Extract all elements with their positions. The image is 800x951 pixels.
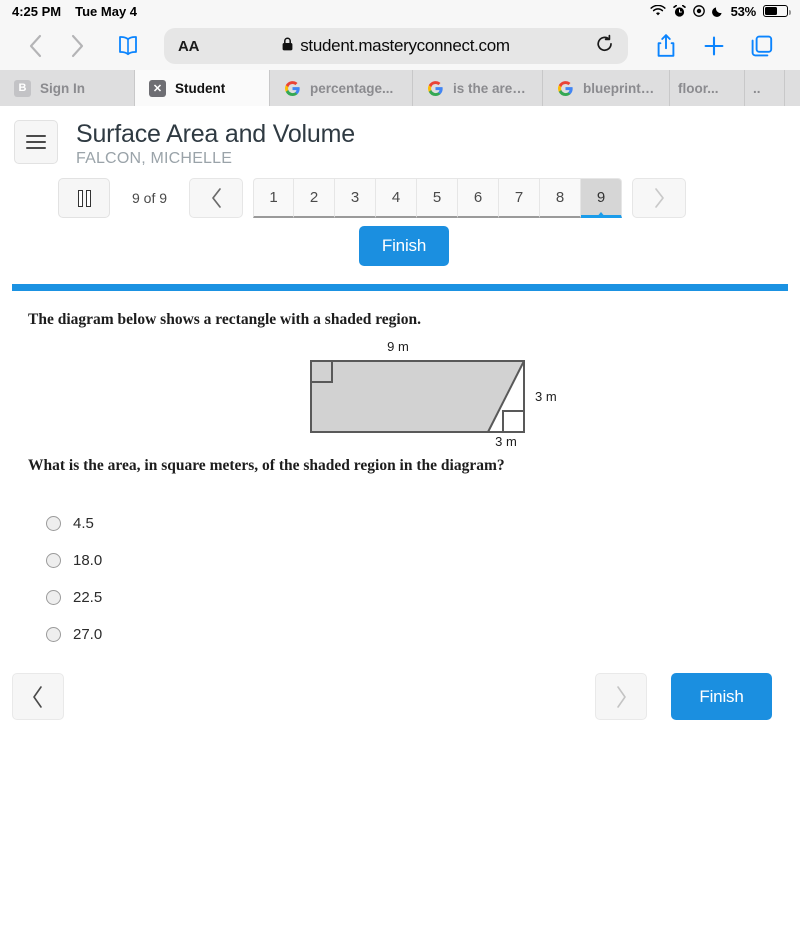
question-number-6[interactable]: 6 [458,178,500,218]
answer-choice-label: 27.0 [73,626,103,643]
right-angle-mark-bottom-right [502,410,524,432]
browser-tab-student[interactable]: ✕ Student [135,70,270,106]
safari-toolbar: AA student.masteryconnect.com [0,22,800,70]
figure-top-label: 9 m [387,339,409,354]
question-prompt: What is the area, in square meters, of t… [28,457,505,474]
tab-label: is the area,... [453,80,528,96]
lock-icon [282,37,293,56]
page-title: Surface Area and Volume [76,120,355,148]
question-number-9[interactable]: 9 [581,178,623,218]
moon-icon [711,5,724,17]
student-name: FALCON, MICHELLE [76,150,233,167]
browser-tab-strip: B Sign In ✕ Student percentage... is the… [0,70,800,106]
wifi-icon [650,5,666,17]
answer-choice-1[interactable]: 4.5 [28,505,800,542]
google-g-icon [284,80,301,97]
question-number-2[interactable]: 2 [294,178,336,218]
chevron-left-icon [33,685,42,708]
bottom-navigation: Finish [0,653,800,720]
question-stem: The diagram below shows a rectangle with… [28,311,421,328]
chevron-right-icon [654,188,664,208]
question-number-8[interactable]: 8 [540,178,582,218]
tab-label: Sign In [40,80,85,96]
tab-label: .. [753,80,761,96]
answer-choice-3[interactable]: 22.5 [28,579,800,616]
question-number-3[interactable]: 3 [335,178,377,218]
url-text: student.masteryconnect.com [300,36,510,55]
tab-label: percentage... [310,80,394,96]
text-size-button[interactable]: AA [178,38,199,55]
google-g-icon [427,80,444,97]
radio-button[interactable] [46,553,61,568]
progress-bar [12,284,788,291]
battery-icon [763,5,791,17]
chevron-right-icon [617,685,626,708]
ios-status-bar: 4:25 PM Tue May 4 53% [0,0,800,22]
assessment-header: Surface Area and Volume FALCON, MICHELLE [0,106,800,168]
share-icon[interactable] [642,33,690,59]
question-number-4[interactable]: 4 [376,178,418,218]
radio-button[interactable] [46,516,61,531]
assessment-page: Surface Area and Volume FALCON, MICHELLE… [0,106,800,720]
shaded-region [311,361,524,432]
radio-button[interactable] [46,590,61,605]
pager-prev-button[interactable] [189,178,244,218]
tab-label: blueprint of... [583,80,655,96]
question-content: The diagram below shows a rectangle with… [0,291,800,653]
chevron-left-icon [211,188,221,208]
answer-choices: 4.5 18.0 22.5 27.0 [28,505,800,653]
browser-tab-floor[interactable]: floor... [670,70,745,106]
finish-button-top[interactable]: Finish [359,226,449,266]
figure-bottom-label: 3 m [495,434,517,447]
answer-choice-label: 18.0 [73,552,103,569]
answer-choice-2[interactable]: 18.0 [28,542,800,579]
browser-tab-blueprint[interactable]: blueprint of... [543,70,670,106]
finish-button-bottom[interactable]: Finish [671,673,772,720]
question-number-5[interactable]: 5 [417,178,459,218]
geometry-figure: 9 m 3 m 3 m [28,335,800,447]
x-square-icon: ✕ [149,79,166,97]
question-number-1[interactable]: 1 [253,178,295,218]
forward-chevron-icon[interactable] [56,34,98,58]
address-bar[interactable]: AA student.masteryconnect.com [164,28,628,64]
tab-label: Student [175,80,226,96]
browser-tab-overflow[interactable]: .. [745,70,785,106]
bing-b-icon: B [14,79,31,97]
question-number-7[interactable]: 7 [499,178,541,218]
bookmarks-book-icon[interactable] [106,35,150,57]
browser-tab-percentage[interactable]: percentage... [270,70,413,106]
google-g-icon [557,80,574,97]
figure-right-label: 3 m [535,389,557,404]
answer-choice-4[interactable]: 27.0 [28,616,800,653]
status-time: 4:25 PM [12,3,62,19]
answer-choice-label: 22.5 [73,589,103,606]
question-pager: 9 of 9 1 2 3 4 5 6 7 8 9 [0,168,800,218]
pause-icon [77,189,91,207]
reload-icon[interactable] [596,34,614,59]
status-date: Tue May 4 [75,3,138,19]
tab-label: floor... [678,80,719,96]
back-chevron-icon[interactable] [14,34,56,58]
pager-next-button[interactable] [632,178,687,218]
battery-percent-label: 53% [730,3,757,19]
tabs-overview-icon[interactable] [738,34,786,58]
hamburger-menu-icon[interactable] [14,120,58,164]
radio-button[interactable] [46,627,61,642]
browser-tab-sign-in[interactable]: B Sign In [0,70,135,106]
location-icon [692,5,705,17]
browser-tab-is-the-area[interactable]: is the area,... [413,70,543,106]
alarm-icon [672,4,686,18]
question-number-list: 1 2 3 4 5 6 7 8 9 [253,178,623,218]
previous-question-button[interactable] [12,673,64,720]
answer-choice-label: 4.5 [73,515,94,532]
new-tab-plus-icon[interactable] [690,34,738,58]
pause-button[interactable] [58,178,110,218]
next-question-button[interactable] [595,673,647,720]
progress-counter: 9 of 9 [132,190,168,206]
